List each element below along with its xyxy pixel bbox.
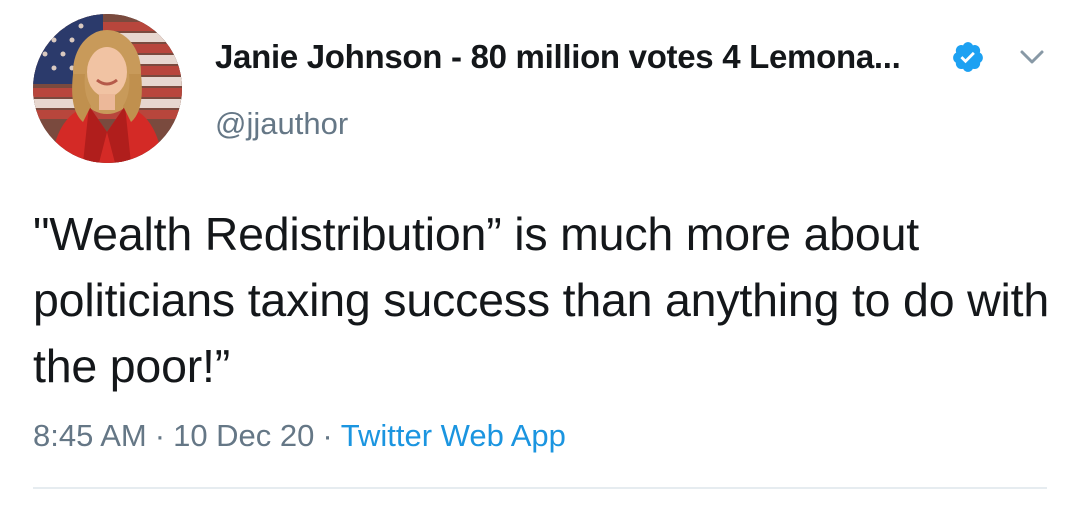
chevron-down-icon[interactable]	[1015, 42, 1049, 72]
author-display-name[interactable]: Janie Johnson - 80 million votes 4 Lemon…	[215, 38, 901, 76]
tweet-date[interactable]: 10 Dec 20	[173, 418, 314, 453]
tweet-metadata: 8:45 AM · 10 Dec 20 · Twitter Web App	[33, 418, 566, 454]
avatar-photo	[33, 14, 182, 163]
divider	[33, 487, 1047, 489]
author-handle[interactable]: @jjauthor	[215, 106, 348, 142]
separator: ·	[154, 418, 166, 453]
tweet-source-link[interactable]: Twitter Web App	[341, 418, 566, 453]
avatar[interactable]	[33, 14, 182, 163]
tweet-time[interactable]: 8:45 AM	[33, 418, 147, 453]
separator: ·	[322, 418, 333, 453]
verified-badge-icon	[953, 42, 983, 72]
tweet-text: "Wealth Redistribution” is much more abo…	[33, 208, 1049, 392]
